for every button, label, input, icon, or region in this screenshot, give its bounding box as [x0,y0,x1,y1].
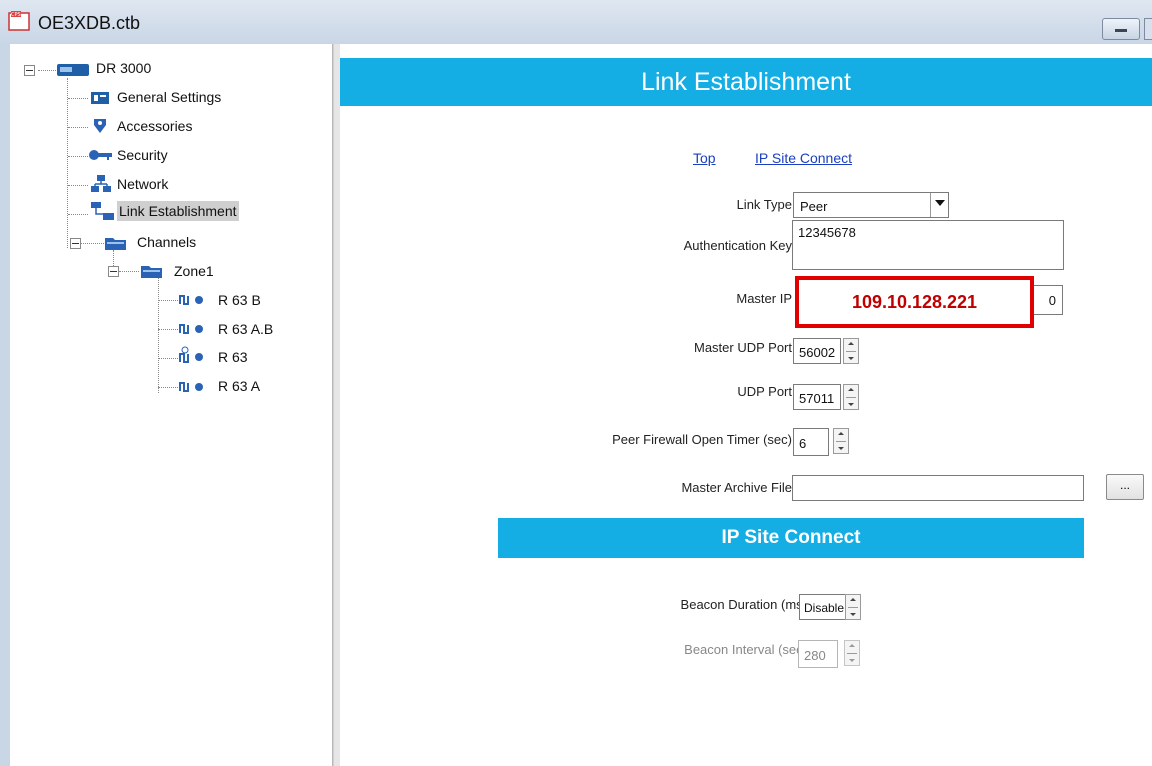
tree-item-channel[interactable]: R 63 [218,349,248,365]
analog-channel-icon [179,346,203,363]
beacon-interval-value: 280 [804,648,826,663]
master-archive-file-input[interactable] [792,475,1084,501]
master-ip-value-tail: 0 [1048,293,1056,308]
title-bar: CPS OE3XDB.ctb [0,0,1152,45]
tree-item-channels[interactable]: Channels [137,234,196,250]
beacon-duration-spinner[interactable] [845,594,861,620]
tree-line [68,127,88,128]
tree-line [67,78,68,248]
window-frame [0,44,10,766]
beacon-duration-value: Disable [804,601,845,615]
tree-item-link-establishment[interactable]: Link Establishment [117,201,239,221]
tree-item-general-settings[interactable]: General Settings [117,89,221,105]
beacon-duration-label: Beacon Duration (ms) [680,597,807,612]
ip-site-connect-header: IP Site Connect [498,518,1084,558]
beacon-duration-input[interactable]: Disable [799,594,847,620]
key-icon [89,150,112,160]
beacon-interval-spinner [844,640,860,666]
tree-line [158,329,178,330]
tree-line [158,278,159,393]
tree-line [158,358,178,359]
channel-icon [179,295,203,305]
collapse-root-toggle[interactable] [24,65,35,76]
udp-port-spinner[interactable] [843,384,859,410]
folder-icon [141,266,162,278]
tree-item-security[interactable]: Security [117,147,168,163]
master-ip-annotation: 109.10.128.221 [795,276,1034,328]
tree-item-zone1[interactable]: Zone1 [174,263,214,279]
udp-port-input[interactable]: 57011 [793,384,841,410]
accessories-icon [94,119,106,133]
tree-item-channel[interactable]: R 63 A.B [218,321,273,337]
channel-icon [179,382,203,392]
peer-firewall-timer-input[interactable]: 6 [793,428,829,456]
tree-item-accessories[interactable]: Accessories [117,118,192,134]
tree-line [68,98,88,99]
master-udp-port-label: Master UDP Port [693,340,792,355]
beacon-interval-input: 280 [798,640,838,668]
maximize-button[interactable] [1144,18,1152,40]
udp-port-label: UDP Port [737,384,792,399]
link-type-select[interactable]: Peer [793,192,949,218]
browse-button[interactable]: ... [1106,474,1144,500]
tree-line [38,70,56,71]
folder-icon [105,238,126,250]
tree-root-dr3000[interactable]: DR 3000 [96,60,151,76]
tree-item-channel[interactable]: R 63 B [218,292,261,308]
authentication-key-value: 12345678 [798,225,856,240]
link-type-label: Link Type [736,197,792,212]
tree-line [158,387,178,388]
app-icon: CPS [8,11,30,31]
link-type-value: Peer [800,199,828,214]
chevron-down-icon [930,193,948,217]
master-udp-port-spinner[interactable] [843,338,859,364]
network-icon [91,175,111,192]
tree-item-network[interactable]: Network [117,176,168,192]
channel-icon [179,324,203,334]
udp-port-value: 57011 [799,391,835,406]
repeater-icon [57,64,89,76]
authentication-key-label: Authentication Key [683,238,792,253]
ip-site-connect-link[interactable]: IP Site Connect [755,150,852,166]
main-panel: Link Establishment Top IP Site Connect L… [340,44,1152,766]
tree-line [119,271,139,272]
authentication-key-input[interactable]: 12345678 [792,220,1064,270]
peer-firewall-timer-value: 6 [799,436,807,451]
tree-line [158,300,178,301]
tree-line [68,156,88,157]
top-link[interactable]: Top [693,150,716,166]
tree-item-channel[interactable]: R 63 A [218,378,260,394]
beacon-interval-label: Beacon Interval (sec) [684,642,807,657]
tree-line [68,214,88,215]
svg-text:CPS: CPS [11,12,21,18]
collapse-zone-toggle[interactable] [108,266,119,277]
peer-firewall-timer-label: Peer Firewall Open Timer (sec) [612,432,792,447]
general-settings-icon [91,92,109,104]
master-udp-port-input[interactable]: 56002 [793,338,841,364]
minimize-button[interactable] [1102,18,1140,40]
window-title: OE3XDB.ctb [38,13,141,33]
master-udp-port-value: 56002 [799,345,836,360]
tree-line [68,185,88,186]
collapse-channels-toggle[interactable] [70,238,81,249]
peer-firewall-timer-spinner[interactable] [833,428,849,454]
master-ip-label: Master IP [736,291,792,306]
navigation-tree: DR 3000 General Settings Accessories Sec… [10,44,333,766]
link-icon [91,202,114,220]
master-archive-file-label: Master Archive File [681,480,792,495]
page-title: Link Establishment [340,58,1152,106]
